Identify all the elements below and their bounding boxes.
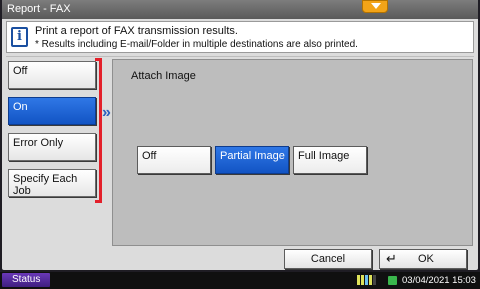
selection-bracket xyxy=(95,58,102,203)
message-line-1: Print a report of FAX transmission resul… xyxy=(35,25,238,37)
message-bar: i Print a report of FAX transmission res… xyxy=(6,21,474,53)
ok-button[interactable]: ↵ OK xyxy=(379,249,467,269)
attach-image-label: Attach Image xyxy=(131,70,196,82)
divider xyxy=(6,56,474,57)
notification-tab[interactable] xyxy=(362,0,388,13)
attach-image-panel: Attach Image Off Partial Image Full Imag… xyxy=(112,59,473,246)
info-icon: i xyxy=(11,27,28,47)
option-specify-each-job-button[interactable]: Specify Each Job xyxy=(8,169,96,197)
option-error-only-button[interactable]: Error Only xyxy=(8,133,96,161)
cancel-button[interactable]: Cancel xyxy=(284,249,372,269)
screen: Report - FAX i Print a report of FAX tra… xyxy=(2,0,478,270)
option-on-button[interactable]: On xyxy=(8,97,96,125)
status-button[interactable]: Status xyxy=(2,273,50,287)
window-title: Report - FAX xyxy=(2,0,478,19)
attach-full-image-button[interactable]: Full Image xyxy=(293,146,367,174)
ok-label: OK xyxy=(418,253,434,265)
toner-level-icon xyxy=(357,275,379,285)
enter-icon: ↵ xyxy=(386,251,397,266)
date-time: 03/04/2021 15:03 xyxy=(402,275,476,286)
message-line-2: * Results including E-mail/Folder in mul… xyxy=(35,39,358,50)
chevron-down-icon xyxy=(371,3,381,9)
attach-partial-image-button[interactable]: Partial Image xyxy=(215,146,289,174)
chevron-right-icon: » xyxy=(102,104,111,121)
option-off-button[interactable]: Off xyxy=(8,61,96,89)
network-icon xyxy=(388,276,397,285)
attach-off-button[interactable]: Off xyxy=(137,146,211,174)
